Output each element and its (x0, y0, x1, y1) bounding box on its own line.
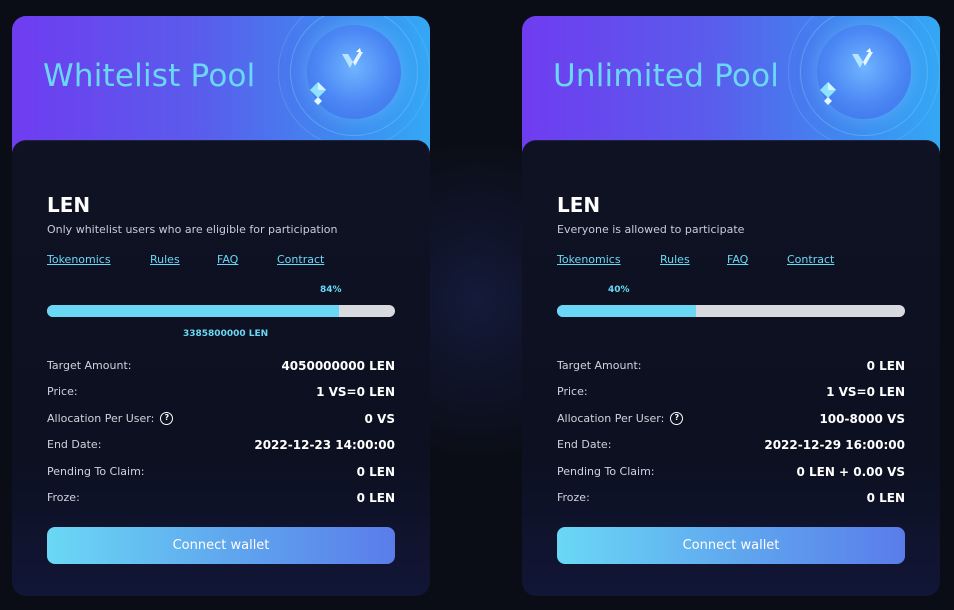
link-rules[interactable]: Rules (660, 253, 690, 266)
detail-row-end-date: End Date: 2022-12-29 16:00:00 (557, 438, 905, 464)
link-contract[interactable]: Contract (277, 253, 324, 266)
link-faq[interactable]: FAQ (727, 253, 748, 266)
token-symbol: LEN (557, 193, 601, 217)
detail-label: Froze: (47, 490, 80, 504)
detail-label: Price: (47, 385, 78, 399)
pool-title: Unlimited Pool (553, 58, 780, 94)
pool-description: Everyone is allowed to participate (557, 223, 745, 236)
pool-panel: LEN Everyone is allowed to participate T… (522, 140, 940, 596)
detail-label: End Date: (557, 438, 612, 452)
connect-wallet-button[interactable]: Connect wallet (47, 527, 395, 564)
detail-row-price: Price: 1 VS=0 LEN (47, 385, 395, 411)
detail-value: 2022-12-23 14:00:00 (254, 438, 395, 453)
detail-label: Target Amount: (557, 359, 642, 372)
detail-row-froze: Froze: 0 LEN (47, 491, 395, 517)
progress-percent: 40% (608, 285, 630, 295)
detail-label: Allocation Per User: (557, 411, 665, 425)
detail-value: 0 LEN (866, 359, 905, 373)
detail-label: End Date: (47, 438, 102, 452)
link-faq[interactable]: FAQ (217, 253, 238, 266)
detail-label: Froze: (557, 490, 590, 504)
pool-details: Target Amount: 0 LEN Price: 1 VS=0 LEN A… (557, 359, 905, 517)
question-circle-icon[interactable]: ? (670, 411, 684, 425)
detail-value: 0 LEN (356, 464, 395, 479)
detail-row-allocation: Allocation Per User: ? 0 VS (47, 411, 395, 438)
link-tokenomics[interactable]: Tokenomics (47, 253, 111, 266)
pool-details: Target Amount: 4050000000 LEN Price: 1 V… (47, 359, 395, 517)
progress-bar-fill (47, 305, 340, 317)
pool-card-unlimited: Unlimited Pool LEN Everyone is allowed t… (522, 16, 940, 596)
detail-value: 100-8000 VS (819, 411, 905, 426)
detail-value: 1 VS=0 LEN (316, 385, 395, 400)
pool-panel: LEN Only whitelist users who are eligibl… (12, 140, 430, 596)
detail-label: Pending To Claim: (47, 464, 145, 478)
link-tokenomics[interactable]: Tokenomics (557, 253, 621, 266)
connect-wallet-button[interactable]: Connect wallet (557, 527, 905, 564)
detail-value: 0 LEN (356, 490, 395, 505)
v-logo-icon (342, 48, 363, 68)
link-rules[interactable]: Rules (150, 253, 180, 266)
v-logo-icon (852, 48, 873, 68)
pool-card-whitelist: Whitelist Pool LEN Only whitelist users … (12, 16, 430, 596)
diamond-gem-icon (310, 82, 326, 105)
detail-row-price: Price: 1 VS=0 LEN (557, 385, 905, 411)
raised-amount: 3385800000 LEN (183, 329, 269, 339)
detail-value: 2022-12-29 16:00:00 (764, 438, 905, 453)
detail-row-target: Target Amount: 4050000000 LEN (47, 359, 395, 385)
detail-label: Price: (557, 385, 588, 399)
detail-row-end-date: End Date: 2022-12-23 14:00:00 (47, 438, 395, 464)
progress-bar (557, 305, 905, 317)
detail-value: 1 VS=0 LEN (826, 385, 905, 400)
detail-label: Target Amount: (47, 359, 132, 372)
detail-label: Pending To Claim: (557, 464, 655, 478)
detail-label: Allocation Per User: (47, 411, 155, 425)
diamond-gem-icon (820, 82, 836, 105)
detail-row-pending: Pending To Claim: 0 LEN (47, 465, 395, 491)
progress-percent: 84% (320, 285, 342, 295)
detail-value: 0 VS (364, 411, 395, 426)
detail-row-pending: Pending To Claim: 0 LEN + 0.00 VS (557, 465, 905, 491)
detail-value: 0 LEN (866, 490, 905, 505)
detail-value: 0 LEN + 0.00 VS (796, 464, 905, 479)
progress-bar (47, 305, 395, 317)
pool-description: Only whitelist users who are eligible fo… (47, 223, 338, 236)
question-circle-icon[interactable]: ? (160, 411, 174, 425)
detail-row-target: Target Amount: 0 LEN (557, 359, 905, 385)
token-symbol: LEN (47, 193, 91, 217)
progress-bar-fill (557, 305, 697, 317)
detail-row-allocation: Allocation Per User: ? 100-8000 VS (557, 411, 905, 438)
detail-value: 4050000000 LEN (281, 359, 395, 373)
pool-title: Whitelist Pool (43, 58, 256, 94)
page: Whitelist Pool LEN Only whitelist users … (0, 0, 954, 610)
detail-row-froze: Froze: 0 LEN (557, 491, 905, 517)
link-contract[interactable]: Contract (787, 253, 834, 266)
